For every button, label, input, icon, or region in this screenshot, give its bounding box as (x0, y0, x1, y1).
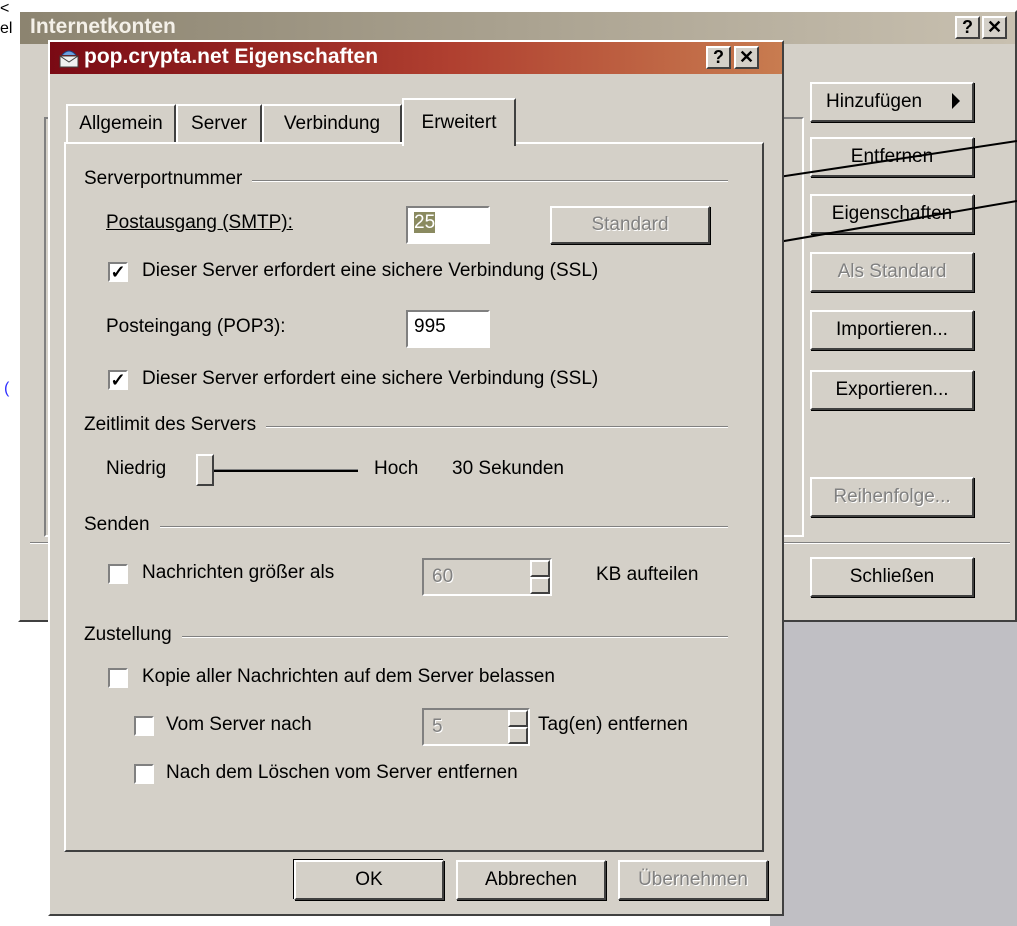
standard-port-button[interactable]: Standard (550, 206, 710, 244)
close-icon: ✕ (738, 47, 755, 67)
timeout-high-label: Hoch (374, 458, 419, 479)
delivery-group-label: Zustellung (84, 624, 182, 646)
keep-copy-label: Kopie aller Nachrichten auf dem Server b… (142, 666, 555, 687)
ok-button[interactable]: OK (294, 860, 444, 900)
smtp-port-label-text: Postausgang (SMTP): (106, 212, 293, 233)
apply-button[interactable]: Übernehmen (618, 860, 768, 900)
port-group-label: Serverportnummer (84, 168, 253, 190)
mail-account-icon (58, 47, 80, 69)
remove-deleted-label: Nach dem Löschen vom Server entfernen (166, 762, 518, 783)
timeout-group-label: Zeitlimit des Servers (84, 414, 267, 436)
spinner-up-button[interactable] (508, 710, 528, 727)
timeout-slider-track[interactable] (198, 469, 358, 472)
send-group-line (84, 526, 728, 528)
spinner-down-button[interactable] (530, 577, 550, 594)
remove-after-checkbox[interactable] (134, 716, 154, 736)
pop3-ssl-checkbox[interactable]: ✓ (108, 370, 128, 390)
split-size-spinner[interactable]: 60 (422, 558, 552, 596)
tab-server[interactable]: Server (176, 104, 262, 142)
pop3-port-label: Posteingang (POP3): (106, 316, 286, 337)
smtp-ssl-checkbox[interactable]: ✓ (108, 262, 128, 282)
remove-after-spinner[interactable]: 5 (422, 708, 530, 746)
timeout-slider-thumb[interactable] (196, 454, 214, 486)
pop3-port-input[interactable]: 995 (406, 310, 490, 348)
remove-after-label: Vom Server nach (166, 714, 312, 735)
tab-verbindung[interactable]: Verbindung (262, 104, 402, 142)
send-group-label: Senden (84, 514, 160, 536)
timeout-low-label: Niedrig (106, 458, 167, 479)
properties-dialog: pop.crypta.net Eigenschaften ? ✕ Allgeme… (48, 40, 784, 916)
remove-after-unit-label: Tag(en) entfernen (538, 714, 688, 735)
timeout-value-label: 30 Sekunden (452, 458, 564, 479)
tab-erweitert[interactable]: Erweitert (402, 98, 516, 146)
pop3-ssl-label: Dieser Server erfordert eine sichere Ver… (142, 368, 599, 389)
tab-allgemein[interactable]: Allgemein (66, 104, 176, 142)
split-messages-checkbox[interactable] (108, 564, 128, 584)
dialog-close-button[interactable]: ✕ (734, 46, 759, 69)
spinner-down-button[interactable] (508, 727, 528, 744)
dialog-title: pop.crypta.net Eigenschaften (84, 45, 379, 68)
tab-panel: Serverportnummer Postausgang (SMTP): 25 … (64, 142, 764, 852)
dialog-titlebar[interactable]: pop.crypta.net Eigenschaften ? ✕ (50, 42, 782, 74)
split-unit-label: KB aufteilen (596, 564, 699, 585)
remove-deleted-checkbox[interactable] (134, 764, 154, 784)
smtp-port-input[interactable]: 25 (406, 206, 490, 244)
keep-copy-checkbox[interactable] (108, 668, 128, 688)
smtp-port-label: Postausgang (SMTP): (106, 212, 293, 234)
cancel-button[interactable]: Abbrechen (456, 860, 606, 900)
spinner-up-button[interactable] (530, 560, 550, 577)
split-messages-label: Nachrichten größer als (142, 562, 335, 583)
smtp-ssl-label: Dieser Server erfordert eine sichere Ver… (142, 260, 599, 281)
dialog-help-button[interactable]: ? (706, 46, 731, 69)
